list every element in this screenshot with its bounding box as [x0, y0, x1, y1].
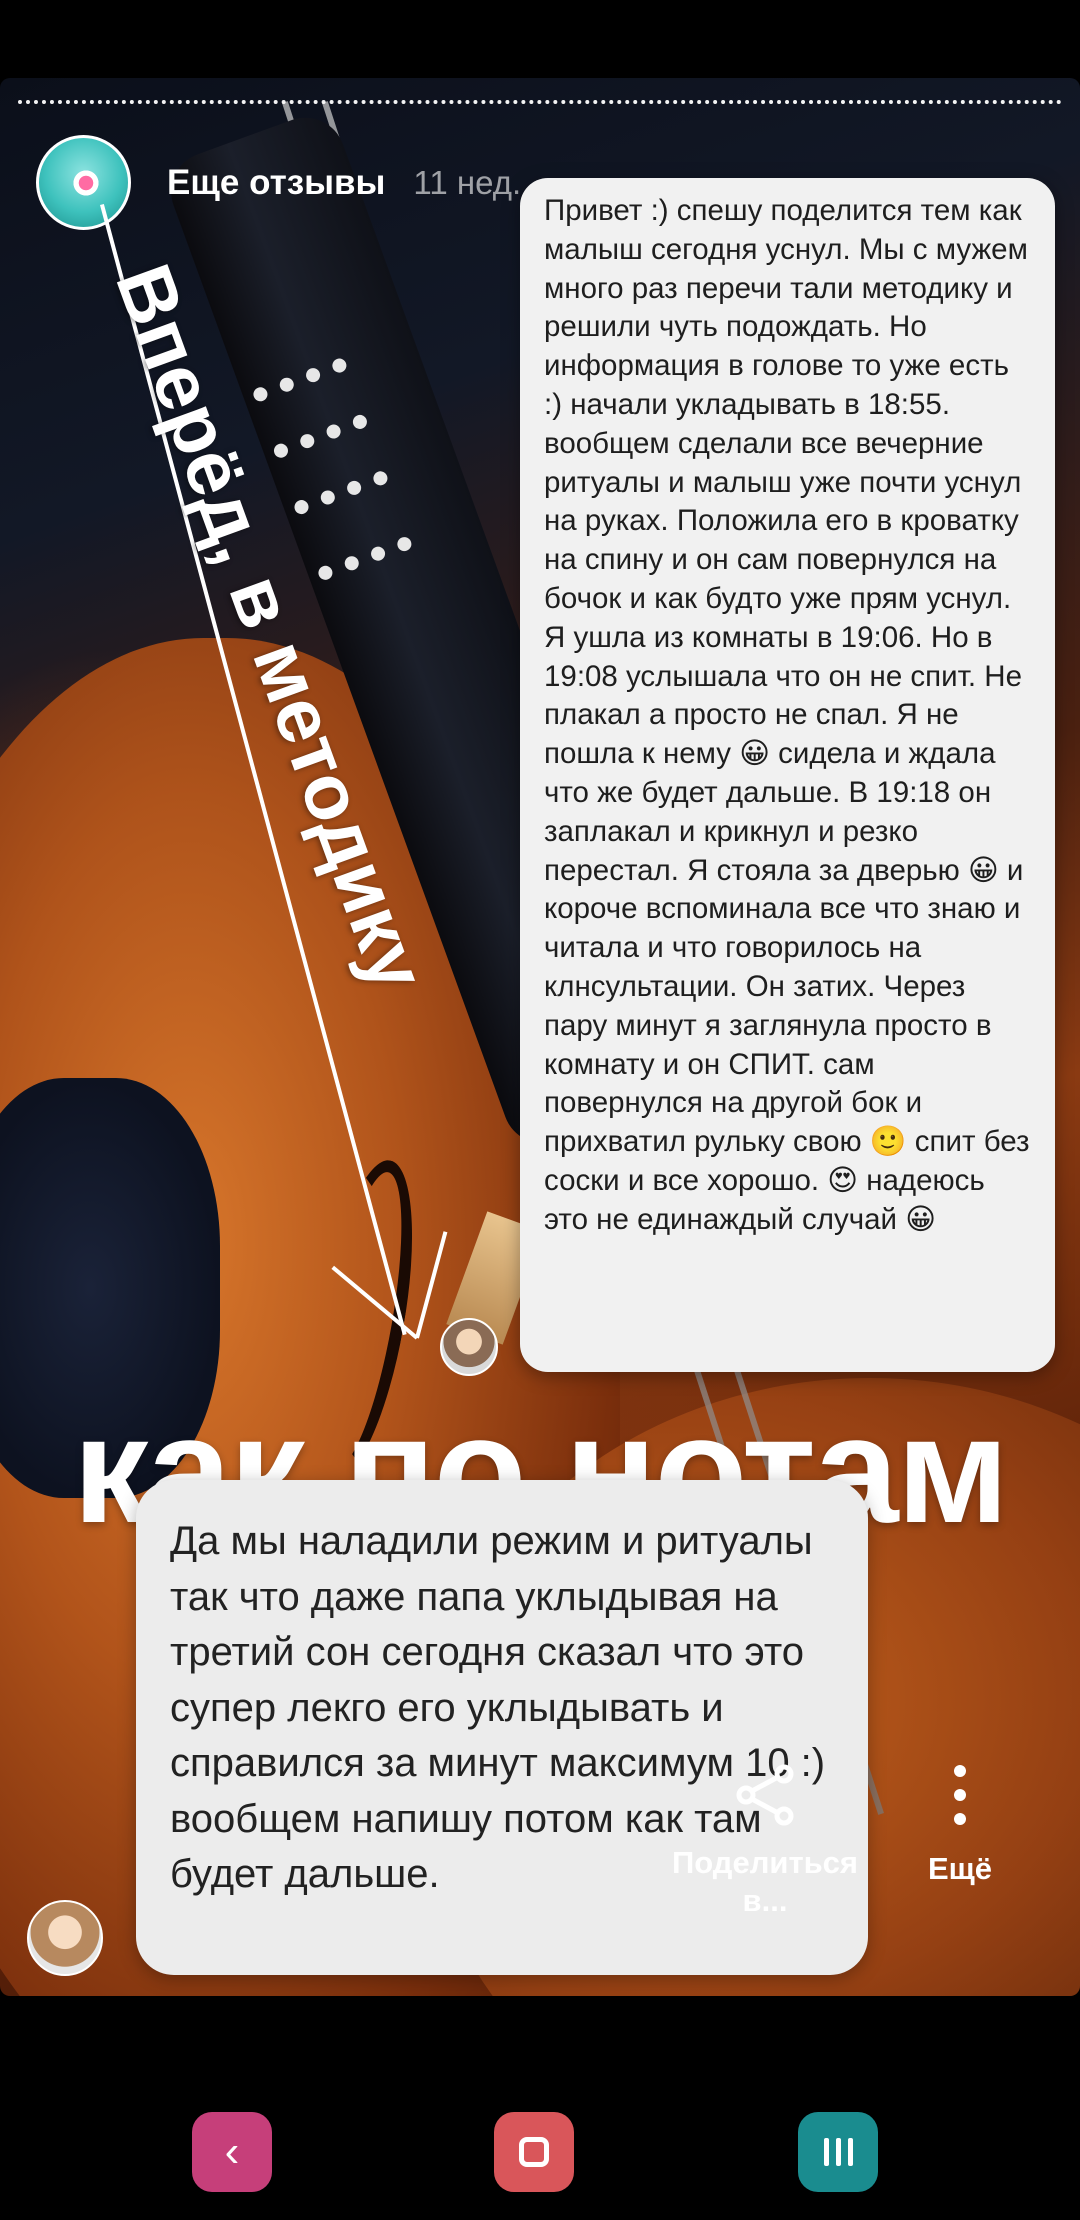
more-button[interactable]: Ещё	[905, 1765, 1015, 1887]
account-avatar[interactable]	[36, 135, 131, 230]
back-icon: ‹	[224, 2127, 240, 2176]
recent-apps-icon	[823, 2138, 853, 2166]
nav-recent-apps-button[interactable]	[798, 2112, 878, 2192]
system-navigation-bar: ‹	[0, 2080, 1080, 2220]
share-button[interactable]: Поделиться в...	[670, 1760, 860, 1920]
sender-avatar-1	[440, 1318, 498, 1376]
share-label: Поделиться в...	[671, 1845, 859, 1918]
nav-home-button[interactable]	[494, 2112, 574, 2192]
more-vertical-icon	[953, 1765, 967, 1825]
more-label: Ещё	[927, 1851, 993, 1886]
story-header[interactable]: Еще отзывы 11 нед.	[36, 135, 521, 230]
account-name[interactable]: Еще отзывы	[167, 163, 385, 203]
story-progress-bar	[18, 100, 1062, 104]
nav-back-button[interactable]: ‹	[192, 2112, 272, 2192]
home-icon	[519, 2137, 549, 2167]
posted-time: 11 нед.	[413, 163, 522, 201]
message-bubble-1: Привет :) спешу поделится тем как малыш …	[520, 178, 1055, 1372]
sender-avatar-2	[27, 1900, 103, 1976]
share-icon	[736, 1764, 794, 1826]
